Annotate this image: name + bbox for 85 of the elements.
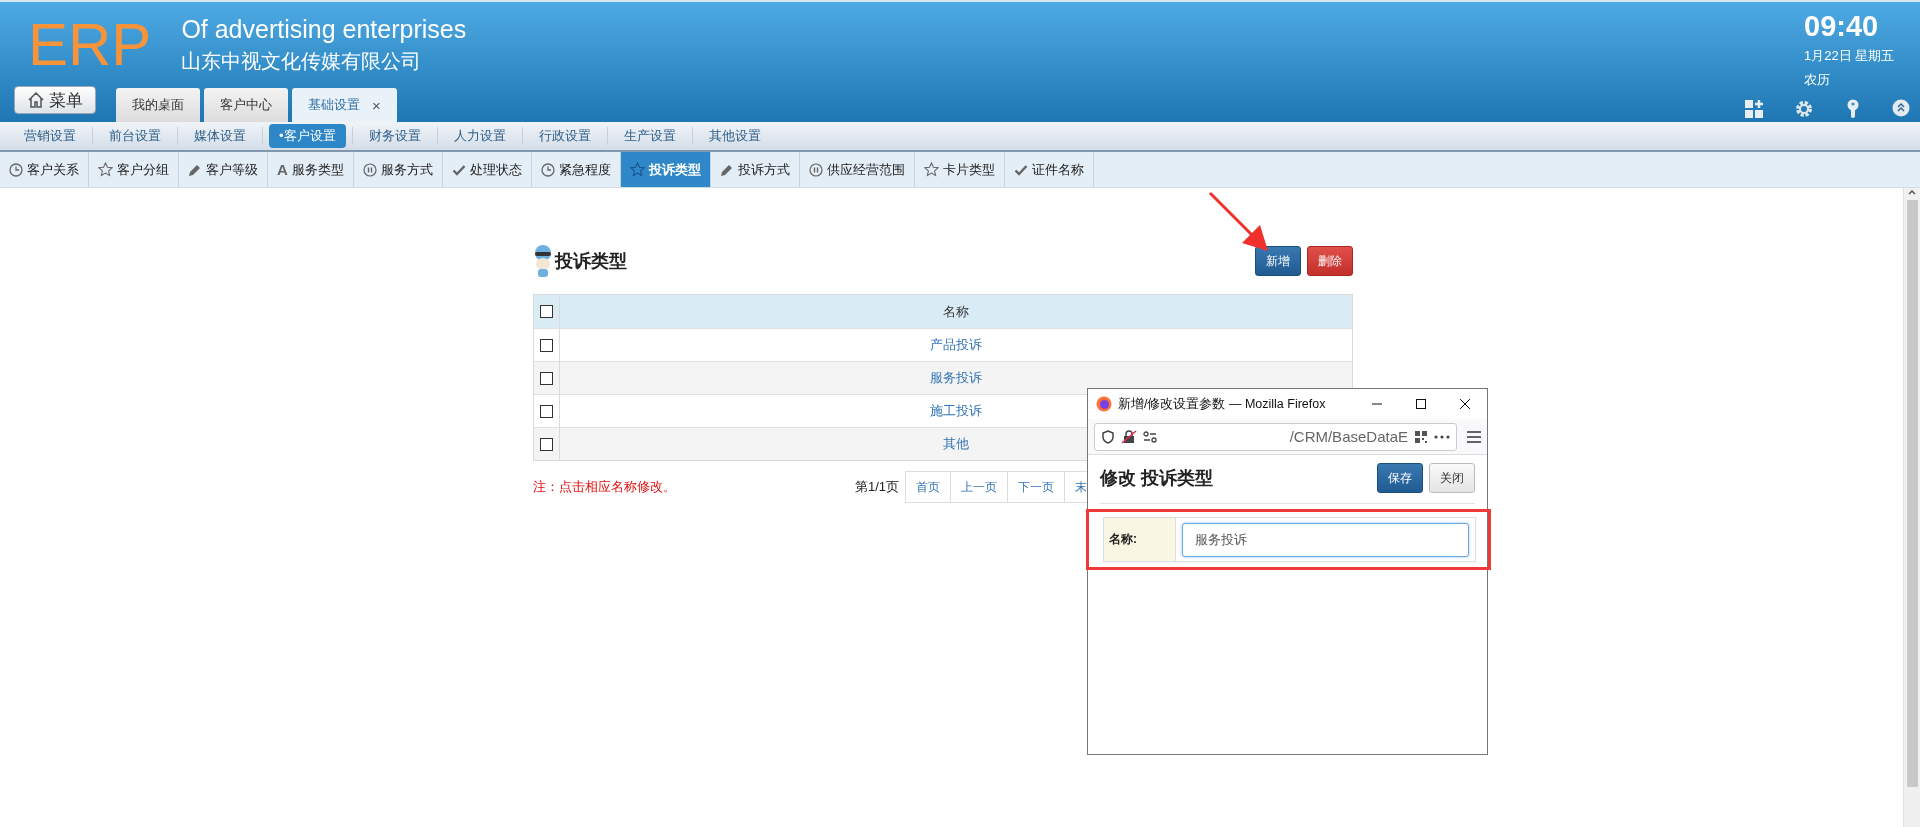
name-link[interactable]: 产品投诉 (930, 336, 982, 354)
nav-item[interactable]: 生产设置 (613, 124, 686, 148)
address-bar[interactable]: /CRM/BaseDataE (1094, 422, 1457, 451)
page-info: 第1/1页 (854, 478, 899, 496)
sub-tab[interactable]: 投诉类型 (620, 152, 711, 187)
tab[interactable]: 基础设置 × (292, 88, 397, 122)
menu-icon[interactable] (1467, 430, 1481, 443)
browser-icon (1096, 396, 1112, 412)
permissions-icon (1143, 430, 1157, 443)
insecure-lock-icon (1121, 429, 1137, 444)
sub-tab[interactable]: 投诉方式 (710, 152, 800, 187)
pencil-icon (719, 162, 734, 177)
close-dialog-button[interactable]: 关闭 (1429, 463, 1475, 493)
logo: ERP (28, 12, 152, 78)
row-checkbox[interactable] (540, 371, 553, 385)
select-all-checkbox[interactable] (540, 305, 553, 318)
pencil-icon (188, 162, 202, 177)
sub-tab[interactable]: 供应经营范围 (799, 152, 915, 187)
nav-item[interactable]: 媒体设置 (184, 124, 256, 148)
nav-item[interactable]: •客户设置 (269, 124, 346, 148)
close-icon[interactable] (1459, 398, 1471, 410)
sub-tab[interactable]: 处理状态 (442, 152, 532, 187)
check-icon (1013, 162, 1028, 177)
pause-icon (808, 162, 823, 177)
url-text: /CRM/BaseDataE (1288, 428, 1408, 445)
check-icon (451, 162, 466, 177)
page-link[interactable]: 上一页 (951, 471, 1008, 503)
maximize-icon[interactable] (1415, 398, 1427, 410)
app-title: Of advertising enterprises (181, 15, 467, 44)
clock-date: 1月22日 星期五 (1804, 47, 1895, 65)
page-link[interactable]: 首页 (905, 471, 951, 503)
save-button[interactable]: 保存 (1377, 463, 1423, 493)
row-checkbox[interactable] (540, 338, 553, 352)
name-link[interactable]: 服务投诉 (930, 369, 982, 387)
sub-tab[interactable]: 服务方式 (353, 152, 443, 187)
more-icon[interactable] (1434, 434, 1450, 439)
nav-item[interactable]: 前台设置 (99, 124, 171, 148)
add-widget-icon[interactable] (1744, 99, 1764, 119)
star-icon (629, 162, 645, 177)
mascot-icon (533, 244, 553, 278)
clock-icon (540, 162, 555, 177)
name-link[interactable]: 其他 (943, 435, 969, 453)
shield-icon (1101, 429, 1115, 444)
scrollbar[interactable] (1903, 188, 1920, 827)
window-title: 新增/修改设置参数 — Mozilla Firefox (1118, 395, 1327, 413)
sub-tab[interactable]: 客户等级 (179, 152, 268, 187)
name-link[interactable]: 施工投诉 (930, 402, 982, 420)
lunar-calendar-label: 农历 (1804, 71, 1830, 89)
settings-icon[interactable] (1794, 99, 1814, 119)
sub-tab[interactable]: 客户关系 (0, 152, 89, 187)
nav-item[interactable]: 其他设置 (698, 124, 771, 148)
qr-code-icon[interactable] (1414, 429, 1428, 444)
sub-tab[interactable]: A 服务类型 (268, 152, 354, 187)
sub-tab[interactable]: 证件名称 (1004, 152, 1094, 187)
nav-item[interactable]: 行政设置 (528, 124, 601, 148)
home-icon (27, 91, 45, 109)
nav-item[interactable]: 营销设置 (14, 124, 86, 148)
clock-time: 09:40 (1804, 10, 1879, 43)
font-icon: A (277, 161, 288, 178)
collapse-icon[interactable] (1892, 99, 1910, 117)
add-button[interactable]: 新增 (1255, 246, 1301, 276)
clock-icon (9, 162, 23, 177)
note-text: 注：点击相应名称修改。 (533, 478, 676, 496)
tab[interactable]: 我的桌面 (116, 88, 200, 122)
delete-button[interactable]: 删除 (1307, 246, 1353, 276)
close-icon[interactable]: × (372, 96, 381, 114)
name-input[interactable]: 服务投诉 (1182, 522, 1469, 557)
star-icon (98, 162, 113, 177)
column-header: 名称 (942, 302, 970, 321)
star-icon (923, 162, 939, 177)
nav-item[interactable]: 财务设置 (358, 124, 431, 148)
menu-button[interactable]: 菜单 (14, 86, 96, 114)
nav-item[interactable]: 人力设置 (443, 124, 516, 148)
row-checkbox[interactable] (540, 437, 553, 451)
row-checkbox[interactable] (540, 404, 553, 418)
company-name: 山东中视文化传媒有限公司 (181, 49, 423, 74)
sub-tab[interactable]: 卡片类型 (914, 152, 1005, 187)
dialog-title: 修改 投诉类型 (1100, 467, 1213, 490)
field-label: 名称: (1104, 518, 1176, 561)
page-link[interactable]: 下一页 (1008, 471, 1065, 503)
page-title: 投诉类型 (555, 250, 627, 273)
sub-tab[interactable]: 客户分组 (89, 152, 179, 187)
sub-tab[interactable]: 紧急程度 (531, 152, 621, 187)
tab[interactable]: 客户中心 (204, 88, 288, 122)
pause-icon (362, 162, 377, 177)
